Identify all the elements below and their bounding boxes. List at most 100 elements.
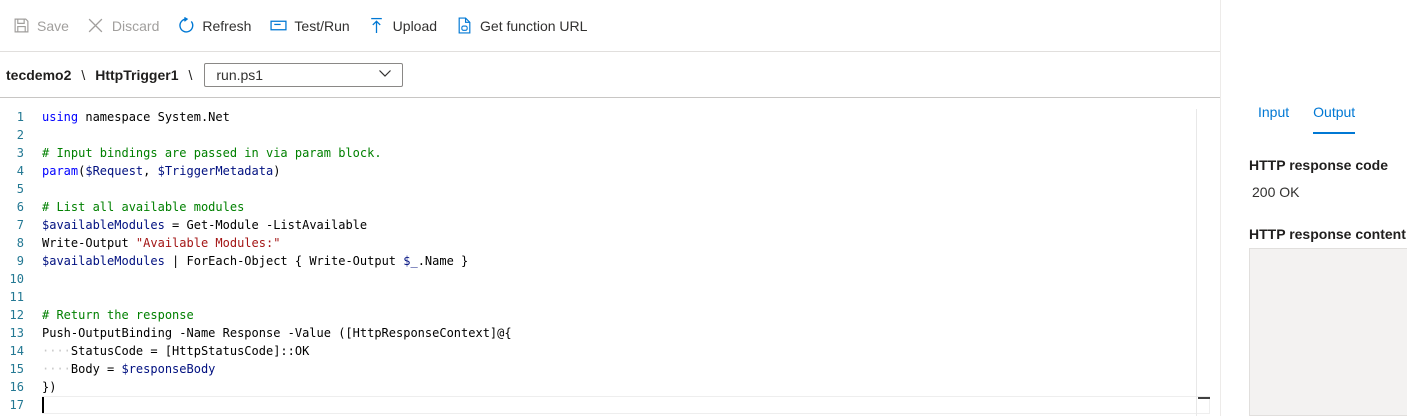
code-token: $availableModules <box>42 254 165 268</box>
line-number: 3 <box>16 146 24 160</box>
line-number: 9 <box>16 254 24 268</box>
file-select[interactable]: run.ps1 <box>204 62 404 87</box>
get-function-url-button[interactable]: Get function URL <box>455 11 587 41</box>
code-text: ····Body = $responseBody <box>42 360 215 378</box>
discard-label: Discard <box>111 17 160 34</box>
test-run-label: Test/Run <box>294 17 350 34</box>
code-text: ····StatusCode = [HttpStatusCode]::OK <box>42 342 309 360</box>
code-token: $_ <box>403 254 418 268</box>
test-run-button[interactable]: Test/Run <box>269 11 350 41</box>
line-number: 13 <box>9 326 24 340</box>
chevron-down-icon <box>378 66 392 83</box>
test-run-icon <box>269 17 287 35</box>
tab-output[interactable]: Output <box>1313 104 1356 134</box>
code-line: 11 <box>0 288 1196 306</box>
scrollbar-cursor-marker <box>1198 397 1210 399</box>
code-token: .Name } <box>417 254 469 268</box>
line-number: 16 <box>9 380 24 394</box>
save-icon <box>12 17 30 35</box>
line-number: 15 <box>9 362 24 376</box>
refresh-label: Refresh <box>202 17 252 34</box>
response-code-value: 200 OK <box>1252 184 1300 200</box>
current-line-highlight <box>42 396 1210 414</box>
save-button[interactable]: Save <box>12 11 69 41</box>
line-number: 1 <box>16 110 24 124</box>
code-token: param <box>42 164 79 178</box>
code-editor[interactable]: 1 using namespace System.Net 2 3 # Input bin… <box>0 99 1220 416</box>
test-panel: Input Output HTTP response code 200 OK H… <box>1220 0 1407 416</box>
code-token: Body = <box>70 362 122 376</box>
get-function-url-label: Get function URL <box>480 17 588 34</box>
discard-button[interactable]: Discard <box>87 11 159 41</box>
line-number: 8 <box>16 236 24 250</box>
code-token: $responseBody <box>121 362 216 376</box>
breadcrumb-separator: \ <box>81 66 86 83</box>
code-line: 16}) <box>0 378 1196 396</box>
line-number: 10 <box>9 272 24 286</box>
code-line: 4 param($Request, $TriggerMetadata) <box>0 162 1196 180</box>
code-text: $availableModules | ForEach-Object { Wri… <box>42 252 468 270</box>
code-token: }) <box>42 380 57 394</box>
code-line: 14 ····StatusCode = [HttpStatusCode]::OK <box>0 342 1196 360</box>
breadcrumb-app[interactable]: tecdemo2 <box>6 67 71 83</box>
code-line: 15 ····Body = $responseBody <box>0 360 1196 378</box>
code-line: 5 <box>0 180 1196 198</box>
line-number: 11 <box>9 290 24 304</box>
breadcrumb-function[interactable]: HttpTrigger1 <box>95 67 178 83</box>
code-text: # Return the response <box>42 306 194 324</box>
code-line: 8 Write-Output "Available Modules:" <box>0 234 1196 252</box>
code-text: # Input bindings are passed in via param… <box>42 144 382 162</box>
code-token: # Input bindings are passed in via param… <box>42 146 382 160</box>
line-number: 6 <box>16 200 24 214</box>
code-token: = Get-Module -ListAvailable <box>164 218 368 232</box>
close-icon <box>87 17 105 35</box>
code-token: | ForEach-Object { Write-Output <box>164 254 404 268</box>
code-text: using namespace System.Net <box>42 108 230 126</box>
code-text: }) <box>42 378 56 396</box>
upload-icon <box>368 17 386 35</box>
code-token: Write-Output <box>42 236 136 250</box>
code-token: # List all available modules <box>42 200 245 214</box>
refresh-button[interactable]: Refresh <box>177 11 251 41</box>
response-code-label: HTTP response code <box>1249 157 1389 173</box>
breadcrumb-separator: \ <box>188 66 193 83</box>
line-number: 7 <box>16 218 24 232</box>
code-text: # List all available modules <box>42 198 244 216</box>
upload-button[interactable]: Upload <box>368 11 437 41</box>
line-number: 17 <box>9 398 24 412</box>
code-line: 2 <box>0 126 1196 144</box>
code-token: "Available Modules:" <box>135 236 281 250</box>
code-token: $Request <box>85 164 144 178</box>
code-token: namespace System.Net <box>78 110 230 124</box>
command-bar: Save Discard Refresh Test/Run Upload Get… <box>0 0 1220 52</box>
editor-scrollbar[interactable] <box>1196 109 1210 416</box>
code-token: StatusCode = [HttpStatusCode]::OK <box>70 344 310 358</box>
code-text: Push-OutputBinding -Name Response -Value… <box>42 324 512 342</box>
upload-label: Upload <box>392 17 438 34</box>
code-token: using <box>42 110 79 124</box>
save-label: Save <box>37 17 69 34</box>
code-token: , <box>143 164 158 178</box>
line-number: 2 <box>16 128 24 142</box>
code-token: $availableModules <box>42 218 165 232</box>
code-token: # Return the response <box>42 308 194 322</box>
response-content-box[interactable] <box>1249 248 1407 416</box>
code-text: $availableModules = Get-Module -ListAvai… <box>42 216 367 234</box>
link-document-icon <box>455 17 473 35</box>
code-token: Push-OutputBinding -Name Response -Value… <box>42 326 512 340</box>
code-token: $TriggerMetadata <box>157 164 274 178</box>
code-line: 7 $availableModules = Get-Module -ListAva… <box>0 216 1196 234</box>
refresh-icon <box>177 17 195 35</box>
code-text: Write-Output "Available Modules:" <box>42 234 280 252</box>
code-line: 6 # List all available modules <box>0 198 1196 216</box>
code-token: ) <box>273 164 281 178</box>
tab-input[interactable]: Input <box>1258 104 1289 134</box>
code-token: ···· <box>42 344 71 358</box>
breadcrumb: tecdemo2 \ HttpTrigger1 \ run.ps1 <box>0 52 1220 98</box>
file-select-value: run.ps1 <box>216 66 264 83</box>
response-content-label: HTTP response content <box>1249 226 1406 242</box>
code-line: 13 Push-OutputBinding -Name Response -Val… <box>0 324 1196 342</box>
line-number: 5 <box>16 182 24 196</box>
code-line: 3 # Input bindings are passed in via para… <box>0 144 1196 162</box>
panel-tabs: Input Output <box>1258 104 1379 134</box>
